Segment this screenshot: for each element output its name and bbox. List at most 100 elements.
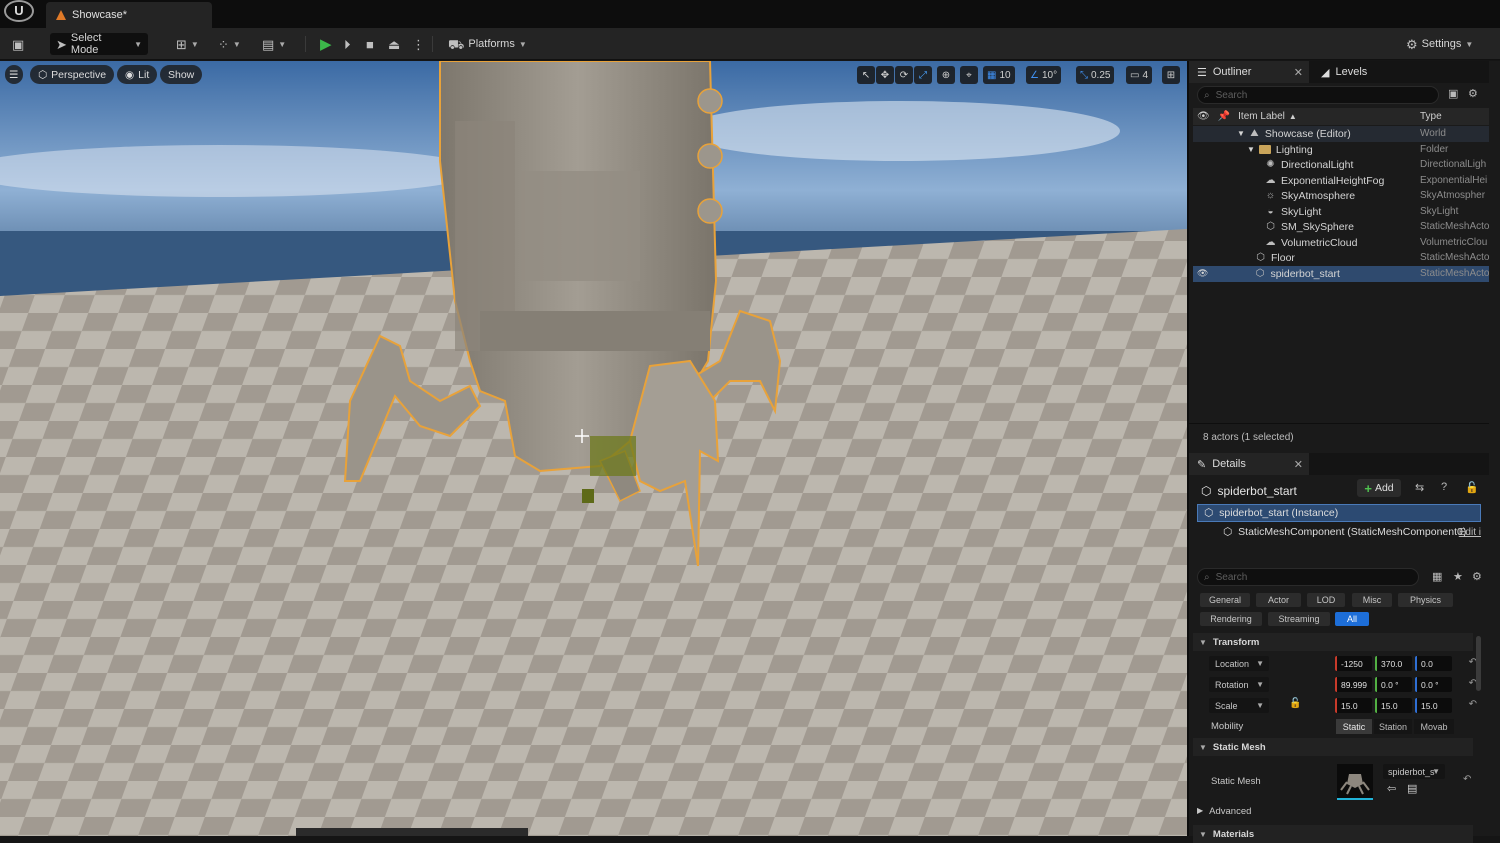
component-instance-row[interactable]: ⬡ spiderbot_start (Instance) [1197,504,1481,522]
table-view-icon[interactable]: ▦ [1432,570,1442,583]
perspective-dropdown[interactable]: ⬡ Perspective [30,65,115,84]
filter-all[interactable]: All [1335,612,1369,626]
eye-icon[interactable]: 👁 [1197,111,1210,122]
details-search[interactable]: ⌕ [1197,568,1419,586]
expand-arrow-icon[interactable]: ▼ [1237,129,1245,138]
advance-frame-button[interactable]: ⏵ [338,33,357,55]
camera-speed-button[interactable]: ▭ 4 [1126,66,1153,84]
close-icon[interactable]: ✕ [1294,66,1303,79]
save-button[interactable]: ▣ [6,33,30,55]
unreal-logo-icon[interactable]: U [4,0,34,22]
scale-snap-button[interactable]: ⤡ 0.25 [1076,66,1115,84]
coordinate-space-button[interactable]: ⊕ [937,66,955,84]
grid-snap-button[interactable]: ▦ 10 [983,66,1015,84]
filter-general[interactable]: General [1200,593,1250,607]
tab-details[interactable]: ✎ Details ✕ [1189,453,1309,475]
filter-actor[interactable]: Actor [1256,593,1301,607]
filter-rendering[interactable]: Rendering [1200,612,1262,626]
tree-row[interactable]: ▼ Lighting Folder [1193,142,1489,158]
filter-misc[interactable]: Misc [1352,593,1392,607]
type-column[interactable]: Type [1420,111,1442,122]
eye-icon[interactable]: 👁 [1197,268,1208,279]
tree-row-selected[interactable]: 👁 ⬡ spiderbot_start StaticMeshActo [1193,266,1489,282]
rotation-z-field[interactable]: 0.0 ° [1415,677,1452,692]
level-viewport[interactable]: ☰ ⬡ Perspective ◉ Lit Show ↖ ✥ ⟳ ⤢ ⊕ ⌖ ▦… [0,61,1187,836]
use-selected-icon[interactable]: ⇦ [1387,782,1396,795]
static-mesh-dropdown[interactable]: spiderbot_s ▼ [1383,764,1445,779]
tree-row[interactable]: ☁ ExponentialHeightFog ExponentialHei [1193,173,1489,189]
gear-icon[interactable]: ⚙ [1472,570,1482,583]
add-folder-icon[interactable]: ▣ [1448,87,1458,100]
surface-snap-button[interactable]: ⌖ [960,66,978,84]
static-mesh-section-header[interactable]: ▼ Static Mesh [1193,738,1473,756]
help-icon[interactable]: ? [1441,481,1447,493]
tree-row[interactable]: ⬡ SM_SkySphere StaticMeshActo [1193,219,1489,235]
materials-section-header[interactable]: ▼ Materials [1193,825,1473,843]
expand-arrow-icon[interactable]: ▼ [1247,145,1255,154]
location-dropdown[interactable]: Location ▼ [1209,656,1269,671]
cinematics-button[interactable]: ▤ ▼ [256,33,292,55]
play-button[interactable]: ▶ [314,33,338,55]
outliner-search[interactable]: ⌕ [1197,86,1439,104]
tab-levels[interactable]: ◢ Levels [1313,61,1393,83]
location-x-field[interactable]: -1250 [1335,656,1372,671]
scale-dropdown[interactable]: Scale ▼ [1209,698,1269,713]
tree-row[interactable]: ☁ VolumetricCloud VolumetricClou [1193,235,1489,251]
play-options-button[interactable]: ⋮ [406,33,431,55]
select-tool-button[interactable]: ↖ [857,66,875,84]
rotation-y-field[interactable]: 0.0 ° [1375,677,1412,692]
tree-row[interactable]: ⬡ Floor StaticMeshActo [1193,250,1489,266]
rotation-dropdown[interactable]: Rotation ▼ [1209,677,1269,692]
details-search-input[interactable] [1215,571,1396,583]
lit-dropdown[interactable]: ◉ Lit [117,65,158,84]
rotate-tool-button[interactable]: ⟳ [895,66,913,84]
mesh-thumbnail[interactable] [1337,764,1373,800]
tree-row[interactable]: ◒ SkyLight SkyLight [1193,204,1489,220]
filter-streaming[interactable]: Streaming [1268,612,1330,626]
pin-icon[interactable]: 📌 [1218,111,1230,122]
details-scrollbar[interactable] [1476,636,1481,691]
tree-row[interactable]: ▼ ⛰ Showcase (Editor) World [1193,126,1489,142]
advanced-row[interactable]: ▶ Advanced [1197,806,1251,817]
mobility-movable[interactable]: Movab [1414,719,1454,734]
platforms-dropdown[interactable]: ⛟ Platforms ▼ [442,33,533,55]
tab-outliner[interactable]: ☰ Outliner ✕ [1189,61,1309,83]
settings-dropdown[interactable]: ⚙ Settings ▼ [1400,33,1479,55]
rotation-x-field[interactable]: 89.999 [1335,677,1372,692]
edit-link[interactable]: Edit i [1459,527,1481,538]
scale-y-field[interactable]: 15.0 [1375,698,1412,713]
scale-tool-button[interactable]: ⤢ [914,66,932,84]
blueprint-button[interactable]: ⁘ ▼ [212,33,247,55]
show-dropdown[interactable]: Show [160,65,203,84]
viewport-menu-button[interactable]: ☰ [5,65,23,84]
eject-button[interactable]: ⏏ [382,33,406,55]
blueprint-convert-icon[interactable]: ⇆ [1415,481,1424,494]
angle-snap-button[interactable]: ∠ 10° [1026,66,1062,84]
scale-z-field[interactable]: 15.0 [1415,698,1452,713]
star-icon[interactable]: ★ [1453,570,1463,583]
close-icon[interactable]: ✕ [1294,458,1303,471]
scale-x-field[interactable]: 15.0 [1335,698,1372,713]
component-row[interactable]: ⬡ StaticMeshComponent (StaticMeshCompone… [1197,523,1481,541]
location-y-field[interactable]: 370.0 [1375,656,1412,671]
tree-row[interactable]: ✺ DirectionalLight DirectionalLigh [1193,157,1489,173]
browse-icon[interactable]: ▤ [1407,782,1417,795]
gear-icon[interactable]: ⚙ [1468,87,1478,100]
mobility-static[interactable]: Static [1336,719,1372,734]
add-component-button[interactable]: + Add [1357,479,1401,497]
item-label-column[interactable]: Item Label [1238,111,1285,122]
maximize-viewport-button[interactable]: ⊞ [1162,66,1180,84]
filter-physics[interactable]: Physics [1398,593,1453,607]
reset-icon[interactable]: ↶ [1469,699,1477,710]
outliner-search-input[interactable] [1215,89,1396,101]
mobility-stationary[interactable]: Station [1374,719,1412,734]
tree-row[interactable]: ☼ SkyAtmosphere SkyAtmospher [1193,188,1489,204]
translate-tool-button[interactable]: ✥ [876,66,894,84]
stop-button[interactable]: ■ [360,33,380,55]
lock-icon[interactable]: 🔓 [1289,698,1301,709]
location-z-field[interactable]: 0.0 [1415,656,1452,671]
lock-icon[interactable]: 🔓 [1465,481,1479,494]
select-mode-dropdown[interactable]: ➤ Select Mode ▼ [50,32,148,56]
add-content-button[interactable]: ⊞ ▼ [170,33,205,55]
filter-lod[interactable]: LOD [1307,593,1345,607]
